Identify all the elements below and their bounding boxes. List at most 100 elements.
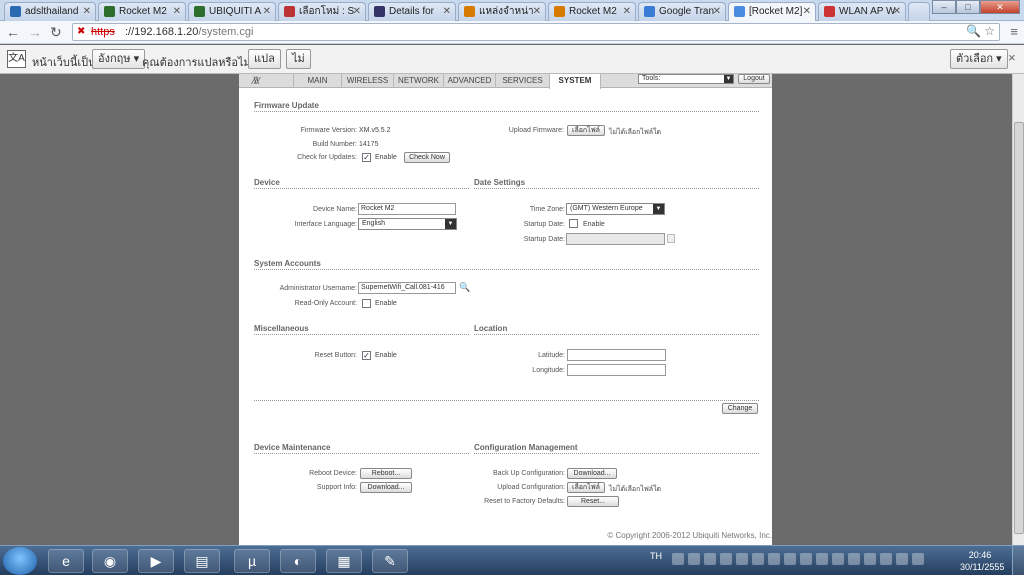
reboot-button[interactable]: Reboot...	[360, 468, 412, 479]
tray-icon[interactable]	[912, 553, 924, 565]
tools-dropdown[interactable]: Tools: ▼	[638, 74, 734, 84]
longitude-input[interactable]	[567, 364, 666, 376]
reload-icon[interactable]: ↻	[50, 24, 62, 40]
file-explorer-icon[interactable]: ▤	[184, 549, 220, 573]
tab-close-icon[interactable]: ✕	[353, 3, 361, 20]
minimize-icon[interactable]: –	[932, 0, 956, 14]
translate-button[interactable]: แปล	[248, 49, 281, 69]
browser-tab[interactable]: adslthailand ✕	[4, 2, 96, 21]
choose-config-file-button[interactable]: เลือกไฟล์	[567, 482, 605, 493]
tray-icon[interactable]	[736, 553, 748, 565]
tray-icon[interactable]	[864, 553, 876, 565]
app-icon[interactable]: ◐	[280, 549, 316, 573]
browser-tab[interactable]: Rocket M2 ✕	[548, 2, 636, 21]
page-scrollbar[interactable]	[1012, 74, 1024, 545]
address-bar[interactable]: ✖ https ://192.168.1.20/system.cgi 🔍 ☆	[72, 23, 1000, 41]
close-icon[interactable]: ✕	[980, 0, 1020, 14]
search-icon[interactable]: 🔍	[459, 282, 470, 293]
tab-wireless[interactable]: WIRELESS	[341, 74, 393, 88]
interface-language-select[interactable]: English ▼	[358, 218, 457, 230]
tab-advanced[interactable]: ADVANCED	[443, 74, 495, 88]
tray-icon[interactable]	[832, 553, 844, 565]
browser-tab[interactable]: แหล่งจำหน่า ✕	[458, 2, 546, 21]
start-button-icon[interactable]	[3, 547, 37, 575]
tab-services[interactable]: SERVICES	[495, 74, 549, 88]
insecure-lock-icon[interactable]: ✖	[77, 26, 85, 37]
factory-reset-button[interactable]: Reset...	[567, 496, 619, 507]
paint-icon[interactable]: ✎	[372, 549, 408, 573]
clock[interactable]: 20:46 30/11/2555	[960, 549, 1004, 573]
tray-icon[interactable]	[880, 553, 892, 565]
tray-icon[interactable]	[720, 553, 732, 565]
reset-button-checkbox[interactable]: ✓	[362, 351, 371, 360]
forward-icon[interactable]: →	[28, 24, 42, 40]
startup-date-checkbox[interactable]	[569, 219, 578, 228]
support-info-download-button[interactable]: Download...	[360, 482, 412, 493]
admin-username-input[interactable]: SupernetWifi_Call.081-416	[358, 282, 456, 294]
tray-icon[interactable]	[704, 553, 716, 565]
tab-close-icon[interactable]: ✕	[713, 3, 721, 20]
time-zone-value: (GMT) Western Europe	[570, 205, 643, 212]
tab-main[interactable]: MAIN	[293, 74, 341, 88]
tab-close-icon[interactable]: ✕	[173, 3, 181, 20]
url-text: ://192.168.1.20/system.cgi	[125, 26, 253, 38]
tab-close-icon[interactable]: ✕	[623, 3, 631, 20]
tab-favicon-icon	[734, 6, 745, 17]
translate-close-icon[interactable]: ×	[1008, 50, 1016, 65]
internet-explorer-icon[interactable]: e	[48, 549, 84, 573]
browser-tab[interactable]: Google Tran ✕	[638, 2, 726, 21]
browser-tab[interactable]: Rocket M2 ✕	[98, 2, 186, 21]
tray-icon[interactable]	[768, 553, 780, 565]
back-icon[interactable]: ←	[6, 24, 20, 40]
media-player-icon[interactable]: ▶	[138, 549, 174, 573]
new-tab-button[interactable]	[908, 2, 930, 21]
utorrent-icon[interactable]: µ	[234, 549, 270, 573]
tab-close-icon[interactable]: ✕	[83, 3, 91, 20]
tray-icon[interactable]	[848, 553, 860, 565]
browser-tab[interactable]: WLAN AP W ✕	[818, 2, 906, 21]
language-indicator[interactable]: TH	[650, 551, 662, 561]
tray-icon[interactable]	[816, 553, 828, 565]
browser-tab[interactable]: เลือกโหม่ : S ✕	[278, 2, 366, 21]
browser-tab-active[interactable]: [Rocket M2] ✕	[728, 2, 816, 22]
tray-icon[interactable]	[672, 553, 684, 565]
zoom-and-star-icons[interactable]: 🔍 ☆	[966, 24, 995, 38]
latitude-input[interactable]	[567, 349, 666, 361]
change-button[interactable]: Change	[722, 403, 758, 414]
time-zone-select[interactable]: (GMT) Western Europe ▼	[566, 203, 665, 215]
show-desktop-button[interactable]	[1012, 546, 1024, 575]
network-tool-icon[interactable]: ▦	[326, 549, 362, 573]
maximize-icon[interactable]: □	[956, 0, 980, 14]
choose-firmware-file-button[interactable]: เลือกไฟล์	[567, 125, 605, 136]
browser-tab[interactable]: Details for ✕	[368, 2, 456, 21]
check-updates-checkbox[interactable]: ✓	[362, 153, 371, 162]
check-now-button[interactable]: Check Now	[404, 152, 450, 163]
logout-button[interactable]: Logout	[738, 74, 770, 84]
translate-options-button[interactable]: ตัวเลือก ▾	[950, 49, 1008, 69]
tab-system[interactable]: SYSTEM	[549, 74, 601, 89]
tab-close-icon[interactable]: ✕	[893, 3, 901, 20]
system-tray-icons[interactable]	[672, 553, 924, 565]
tray-icon[interactable]	[752, 553, 764, 565]
browser-tab[interactable]: UBIQUITI A ✕	[188, 2, 276, 21]
tray-icon[interactable]	[896, 553, 908, 565]
tab-close-icon[interactable]: ✕	[533, 3, 541, 20]
backup-download-button[interactable]: Download...	[567, 468, 617, 479]
chrome-icon[interactable]: ◉	[92, 549, 128, 573]
no-file-chosen-text: ไม่ได้เลือกไฟล์ใด	[609, 129, 662, 136]
tab-close-icon[interactable]: ✕	[803, 3, 811, 20]
tray-icon[interactable]	[800, 553, 812, 565]
language-dropdown[interactable]: อังกฤษ ▾	[92, 49, 146, 69]
scrollbar-thumb[interactable]	[1014, 122, 1024, 534]
no-translate-button[interactable]: ไม่	[286, 49, 311, 69]
tab-label: เลือกโหม่ : S	[299, 6, 355, 17]
read-only-account-checkbox[interactable]	[362, 299, 371, 308]
tab-close-icon[interactable]: ✕	[443, 3, 451, 20]
tray-icon[interactable]	[784, 553, 796, 565]
tab-close-icon[interactable]: ✕	[263, 3, 271, 20]
tab-network[interactable]: NETWORK	[393, 74, 443, 88]
tray-icon[interactable]	[688, 553, 700, 565]
upload-firmware-label: Upload Firmware:	[508, 127, 564, 134]
device-name-input[interactable]: Rocket M2	[358, 203, 456, 215]
chrome-menu-icon[interactable]: ≡	[1010, 24, 1018, 39]
